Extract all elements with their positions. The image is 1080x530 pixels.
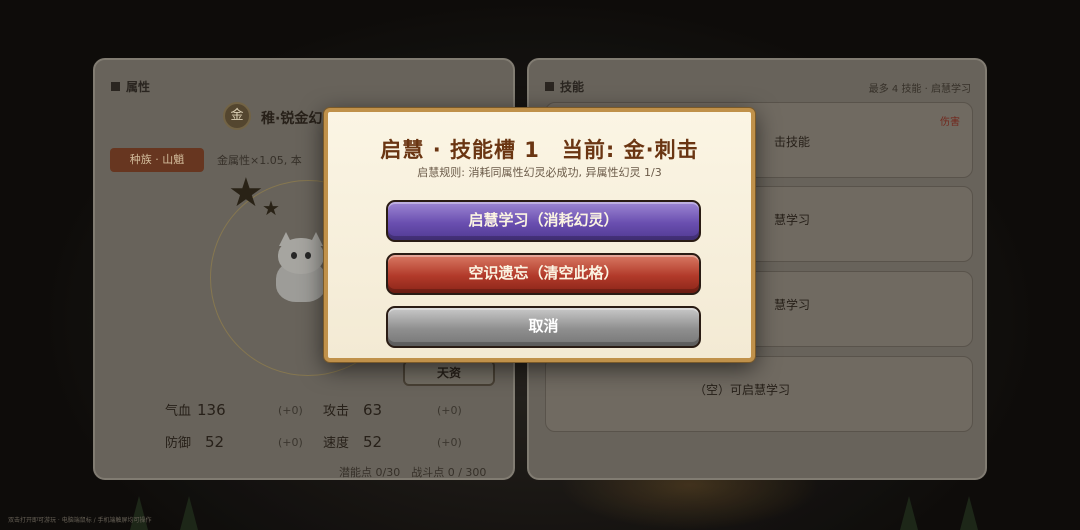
- dialog-rule: 启慧规则: 消耗同属性幻灵必成功, 异属性幻灵 1/3: [417, 166, 662, 179]
- cancel-button[interactable]: 取消: [386, 306, 701, 348]
- dialog-title: 启慧 · 技能槽 1 当前: 金·刺击: [380, 138, 699, 162]
- forget-button[interactable]: 空识遗忘（清空此格）: [386, 253, 701, 295]
- skill-slot-dialog: 启慧 · 技能槽 1 当前: 金·刺击 启慧规则: 消耗同属性幻灵必成功, 异属…: [324, 108, 755, 362]
- learn-button[interactable]: 启慧学习（消耗幻灵）: [386, 200, 701, 242]
